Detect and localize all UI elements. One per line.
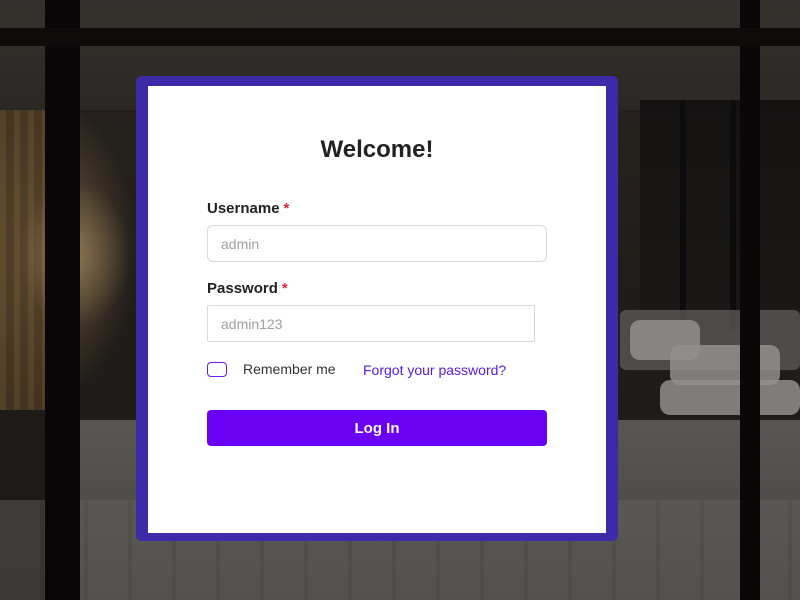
login-card-frame: Welcome! Username* Password* Remember me… xyxy=(136,76,618,541)
username-label: Username * xyxy=(207,200,289,217)
required-marker: * xyxy=(281,280,288,297)
username-label-text: Username xyxy=(207,200,280,217)
login-button[interactable]: Log In xyxy=(207,410,547,446)
remember-me-checkbox[interactable] xyxy=(207,361,227,377)
username-input[interactable] xyxy=(207,225,547,262)
forgot-password-link[interactable]: Forgot your password? xyxy=(363,362,506,378)
password-input[interactable] xyxy=(207,305,535,342)
welcome-title: Welcome! xyxy=(320,136,434,163)
password-label-text: Password xyxy=(207,280,278,297)
login-card: Welcome! Username* Password* Remember me… xyxy=(148,86,606,533)
required-marker: * xyxy=(283,200,290,217)
password-label: Password * xyxy=(207,280,288,297)
remember-me-label: Remember me xyxy=(243,361,336,377)
remember-me-option[interactable]: Remember me xyxy=(207,361,336,377)
